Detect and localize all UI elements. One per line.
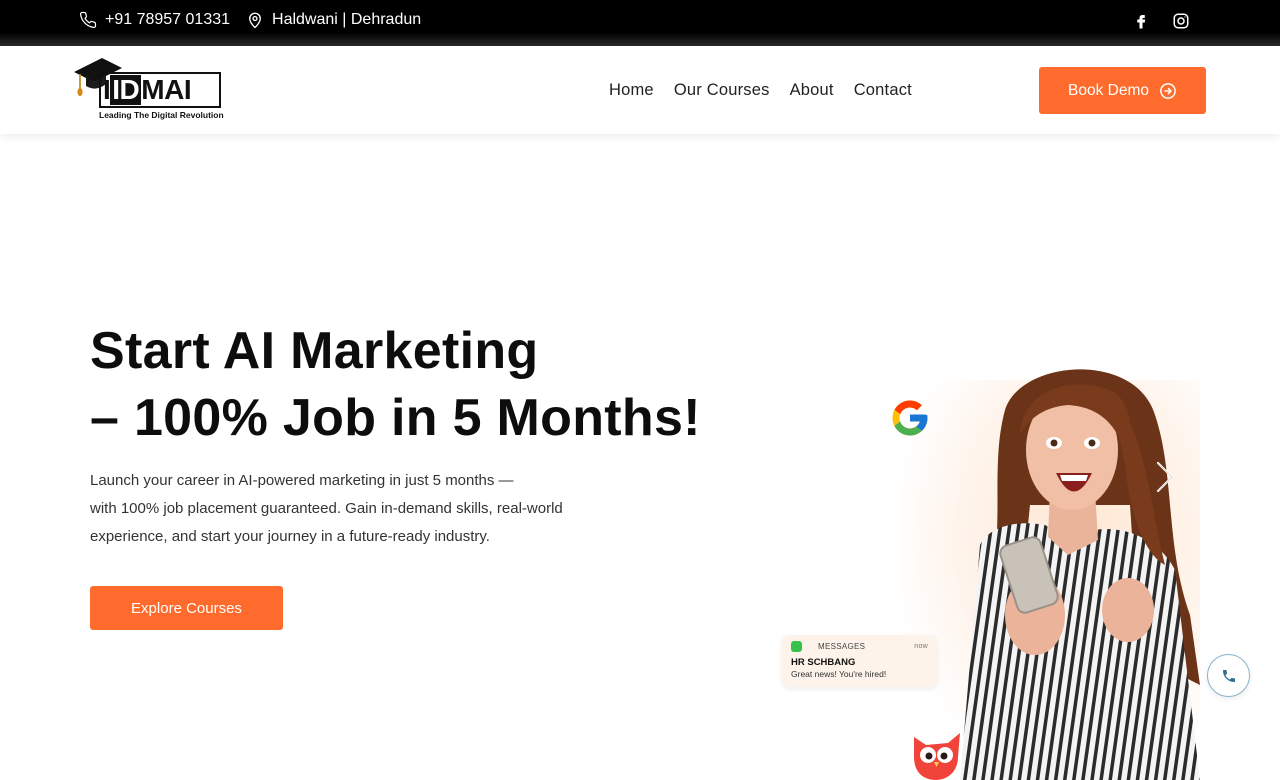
facebook-icon[interactable] [1132, 12, 1150, 30]
notification-text: Great news! You're hired! [791, 669, 887, 679]
arrow-circle-right-icon [1159, 82, 1177, 100]
notification-app: MESSAGES [818, 642, 866, 651]
hero-description: Launch your career in AI-powered marketi… [90, 472, 563, 545]
nav-contact[interactable]: Contact [854, 81, 912, 100]
notification-time: now [914, 643, 928, 650]
call-floating-button[interactable] [1207, 654, 1250, 697]
hero-title-line-1: Start AI Marketing [90, 322, 539, 380]
site-header: IIDMAI Leading The Digital Revolution Ho… [0, 46, 1280, 134]
hero-title: Start AI Marketing – 100% Job in 5 Month… [90, 318, 701, 452]
main-nav: Home Our Courses About Contact [609, 81, 912, 100]
book-demo-label: Book Demo [1068, 81, 1149, 99]
book-demo-button[interactable]: Book Demo [1039, 67, 1206, 114]
messages-app-icon [791, 641, 802, 652]
top-bar: +91 78957 01331 Haldwani | Dehradun [0, 0, 1280, 46]
owl-mascot-icon [914, 733, 960, 780]
explore-courses-button[interactable]: Explore Courses [90, 586, 283, 630]
hero-woman-image [960, 369, 1200, 780]
logo-tagline: Leading The Digital Revolution [99, 110, 224, 120]
message-notification-card: MESSAGES now HR SCHBANG Great news! You'… [782, 635, 937, 687]
instagram-icon[interactable] [1172, 12, 1190, 30]
location-text: Haldwani | Dehradun [272, 11, 422, 28]
google-icon [892, 400, 928, 436]
nav-our-courses[interactable]: Our Courses [674, 81, 770, 100]
phone-icon [79, 11, 97, 29]
carousel-next-icon[interactable] [1154, 460, 1176, 494]
nav-about[interactable]: About [790, 81, 834, 100]
logo[interactable]: IIDMAI Leading The Digital Revolution [72, 50, 227, 124]
notification-sender: HR SCHBANG [791, 657, 856, 668]
location-pin-icon [246, 11, 264, 29]
phone-number[interactable]: +91 78957 01331 [105, 11, 230, 29]
logo-wordmark: IIDMAI [103, 74, 192, 105]
social-links [1132, 12, 1190, 30]
contact-info: +91 78957 01331 Haldwani | Dehradun [79, 11, 421, 29]
phone-icon [1221, 668, 1237, 684]
hero-title-line-2: – 100% Job in 5 Months! [90, 389, 701, 447]
nav-home[interactable]: Home [609, 81, 654, 100]
